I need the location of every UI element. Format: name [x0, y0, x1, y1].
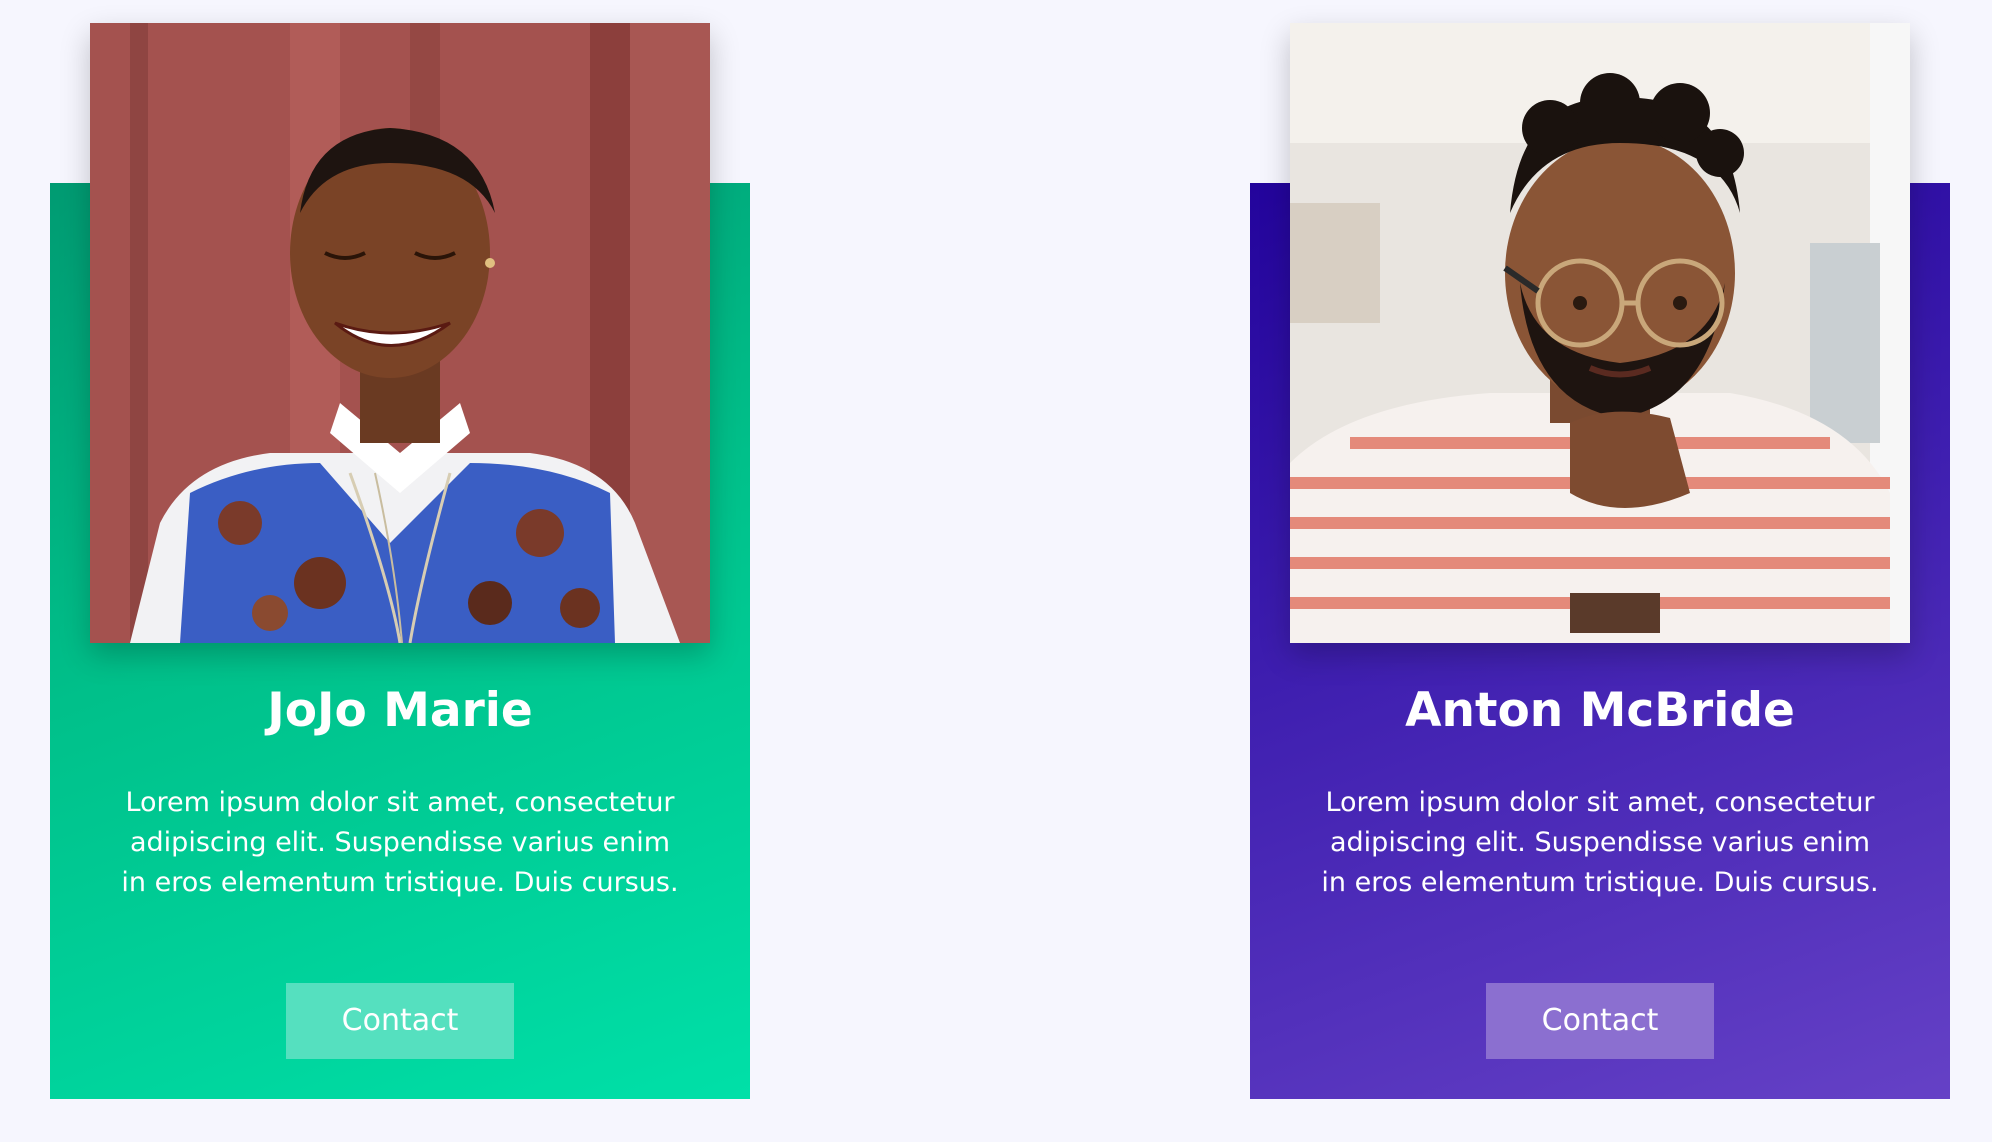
contact-button[interactable]: Contact — [1486, 983, 1714, 1059]
profile-name: Anton McBride — [1405, 683, 1795, 738]
portrait-man-image — [1290, 23, 1910, 643]
profile-description: Lorem ipsum dolor sit amet, consectetur … — [121, 787, 679, 898]
portrait-woman-image — [90, 23, 710, 643]
profile-photo — [1290, 23, 1910, 643]
profile-card-jojo-marie: JoJo Marie Lorem ipsum dolor sit amet, c… — [50, 23, 750, 1099]
profile-description: Lorem ipsum dolor sit amet, consectetur … — [1321, 787, 1879, 898]
profile-photo — [90, 23, 710, 643]
profile-name: JoJo Marie — [267, 683, 533, 738]
profile-card-anton-mcbride: Anton McBride Lorem ipsum dolor sit amet… — [1250, 23, 1950, 1099]
contact-button[interactable]: Contact — [286, 983, 514, 1059]
